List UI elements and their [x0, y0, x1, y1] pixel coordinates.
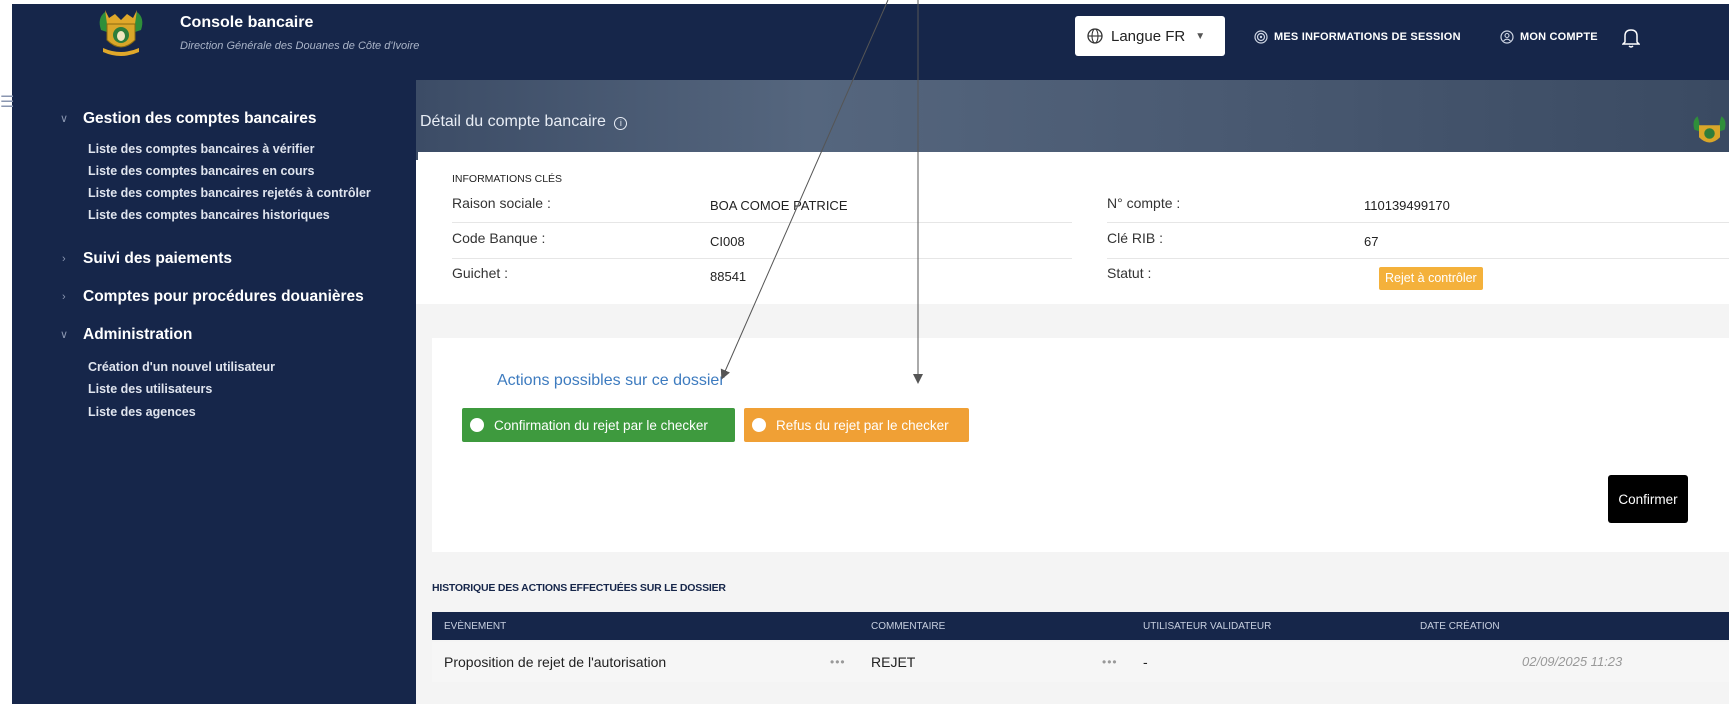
separator [1107, 258, 1729, 259]
status-badge: Rejet à contrôler [1379, 267, 1483, 290]
coat-of-arms-logo [99, 10, 143, 56]
app-subtitle: Direction Générale des Douanes de Côte d… [180, 40, 420, 52]
key-info-card [418, 152, 1729, 304]
refuse-rejection-option[interactable]: Refus du rejet par le checker [744, 408, 969, 442]
sidebar-item-agences[interactable]: Liste des agences [88, 405, 196, 419]
row-comment: REJET [871, 654, 916, 670]
app-title: Console bancaire [180, 14, 314, 31]
session-info-link[interactable]: MES INFORMATIONS DE SESSION [1254, 30, 1461, 44]
cle-rib-label: Clé RIB : [1107, 230, 1164, 246]
my-account-link[interactable]: MON COMPTE [1500, 30, 1598, 44]
raison-sociale-label: Raison sociale : [452, 195, 551, 211]
separator [452, 258, 1072, 259]
cle-rib-value: 67 [1364, 234, 1379, 249]
compte-label: N° compte : [1107, 195, 1181, 211]
caret-down-icon: ▼ [1195, 30, 1206, 42]
history-table-header [432, 612, 1729, 640]
chevron-down-icon: ∨ [60, 329, 69, 341]
column-header-user[interactable]: UTILISATEUR VALIDATEUR [1143, 621, 1271, 632]
user-icon [1500, 30, 1514, 44]
row-event: Proposition de rejet de l'autorisation [444, 654, 667, 670]
language-label: Langue FR [1111, 27, 1186, 45]
confirm-button[interactable]: Confirmer [1608, 475, 1688, 523]
chevron-right-icon: › [62, 291, 66, 303]
history-title: HISTORIQUE DES ACTIONS EFFECTUÉES SUR LE… [432, 582, 726, 594]
coat-of-arms-small-icon [1693, 116, 1726, 143]
column-header-date[interactable]: DATE CRÉATION [1420, 621, 1500, 632]
code-banque-value: CI008 [710, 234, 745, 249]
globe-icon [1087, 28, 1103, 44]
sidebar-item-comptes-rejetes[interactable]: Liste des comptes bancaires rejetés à co… [88, 186, 371, 200]
raison-sociale-value: BOA COMOE PATRICE [710, 198, 848, 213]
page-title: Détail du compte bancaire i [420, 113, 628, 131]
radio-icon [752, 418, 766, 432]
chevron-right-icon: › [62, 253, 66, 265]
sidebar-item-nouvel-utilisateur[interactable]: Création d'un nouvel utilisateur [88, 360, 275, 374]
sidebar-group-gestion[interactable]: Gestion des comptes bancaires [83, 110, 316, 128]
sidebar-item-comptes-historiques[interactable]: Liste des comptes bancaires historiques [88, 208, 330, 222]
compte-value: 110139499170 [1364, 198, 1450, 213]
separator [452, 222, 1072, 223]
code-banque-label: Code Banque : [452, 230, 546, 246]
more-icon[interactable]: ••• [1102, 655, 1118, 669]
key-info-title: INFORMATIONS CLÉS [452, 173, 563, 185]
session-icon [1254, 30, 1268, 44]
my-account-label: MON COMPTE [1520, 31, 1598, 43]
session-info-label: MES INFORMATIONS DE SESSION [1274, 31, 1461, 43]
column-header-comment[interactable]: COMMENTAIRE [871, 621, 945, 632]
guichet-label: Guichet : [452, 265, 509, 281]
sidebar-item-utilisateurs[interactable]: Liste des utilisateurs [88, 382, 212, 396]
radio-icon [470, 418, 484, 432]
bell-icon[interactable] [1622, 28, 1640, 48]
column-header-event[interactable]: EVÈNEMENT [444, 621, 506, 632]
statut-label: Statut : [1107, 265, 1152, 281]
refuse-rejection-label: Refus du rejet par le checker [776, 417, 949, 433]
guichet-value: 88541 [710, 269, 747, 284]
language-selector[interactable]: Langue FR ▼ [1075, 16, 1225, 56]
separator [1107, 222, 1729, 223]
chevron-down-icon: ∨ [60, 113, 69, 125]
actions-card [432, 338, 1729, 552]
actions-title: Actions possibles sur ce dossier [497, 372, 725, 389]
hamburger-menu-icon[interactable]: ☰ [0, 92, 14, 112]
sidebar-group-administration[interactable]: Administration [83, 326, 192, 344]
sidebar-group-paiements[interactable]: Suivi des paiements [83, 250, 232, 268]
app-root: Console bancaire Direction Générale des … [0, 0, 1729, 704]
sidebar-group-procedures[interactable]: Comptes pour procédures douanières [83, 288, 364, 306]
confirm-rejection-label: Confirmation du rejet par le checker [494, 417, 708, 433]
sidebar-item-comptes-a-verifier[interactable]: Liste des comptes bancaires à vérifier [88, 142, 315, 156]
info-icon[interactable]: i [614, 117, 628, 130]
row-user: - [1143, 654, 1148, 670]
confirm-rejection-option[interactable]: Confirmation du rejet par le checker [462, 408, 735, 442]
row-date: 02/09/2025 11:23 [1522, 654, 1623, 669]
sidebar-item-comptes-en-cours[interactable]: Liste des comptes bancaires en cours [88, 164, 314, 178]
more-icon[interactable]: ••• [830, 655, 846, 669]
